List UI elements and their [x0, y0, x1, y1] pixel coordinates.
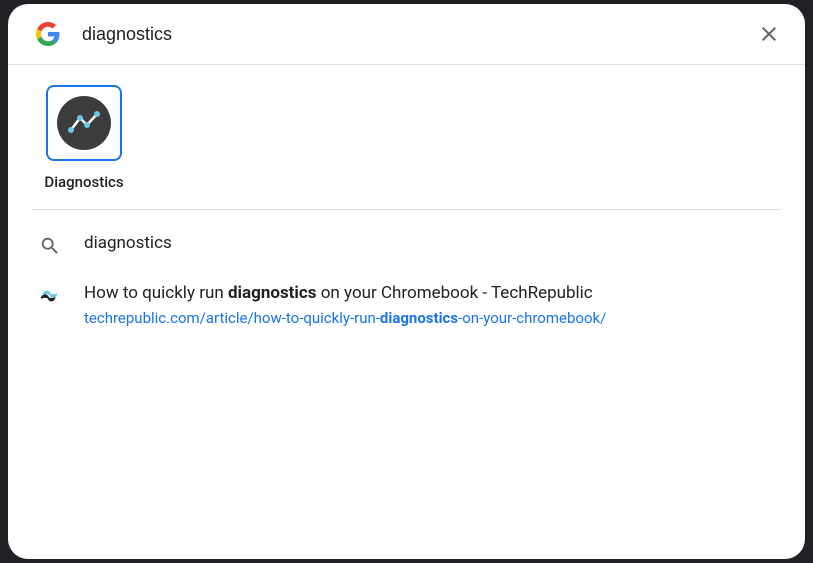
launcher-window: Diagnostics diagnostics How to quickly: [8, 4, 805, 559]
close-icon[interactable]: [757, 22, 781, 46]
url-bold: diagnostics: [380, 309, 458, 327]
web-result[interactable]: How to quickly run diagnostics on your C…: [8, 270, 805, 341]
diagnostics-app-icon: [57, 96, 111, 150]
site-favicon-icon: [38, 284, 62, 308]
title-bold: diagnostics: [228, 283, 317, 303]
title-pre: How to quickly run: [84, 283, 228, 303]
web-result-url: techrepublic.com/article/how-to-quickly-…: [84, 308, 781, 329]
url-post: -on-your-chromebook/: [458, 309, 606, 327]
web-result-title: How to quickly run diagnostics on your C…: [84, 282, 781, 306]
app-diagnostics[interactable]: Diagnostics: [36, 85, 132, 191]
suggestion-text: diagnostics: [84, 232, 781, 256]
search-bar: [8, 4, 805, 65]
title-post: on your Chromebook - TechRepublic: [317, 283, 593, 303]
app-icon-frame: [46, 85, 122, 161]
search-icon: [38, 234, 62, 258]
url-pre: techrepublic.com/article/how-to-quickly-…: [84, 309, 380, 327]
web-result-body: How to quickly run diagnostics on your C…: [84, 282, 781, 329]
app-label: Diagnostics: [44, 173, 123, 191]
search-suggestion[interactable]: diagnostics: [8, 220, 805, 270]
apps-section: Diagnostics: [8, 65, 805, 209]
search-input[interactable]: [82, 24, 757, 45]
google-logo-icon: [36, 22, 60, 46]
search-results: diagnostics How to quickly run diagnosti…: [8, 210, 805, 351]
